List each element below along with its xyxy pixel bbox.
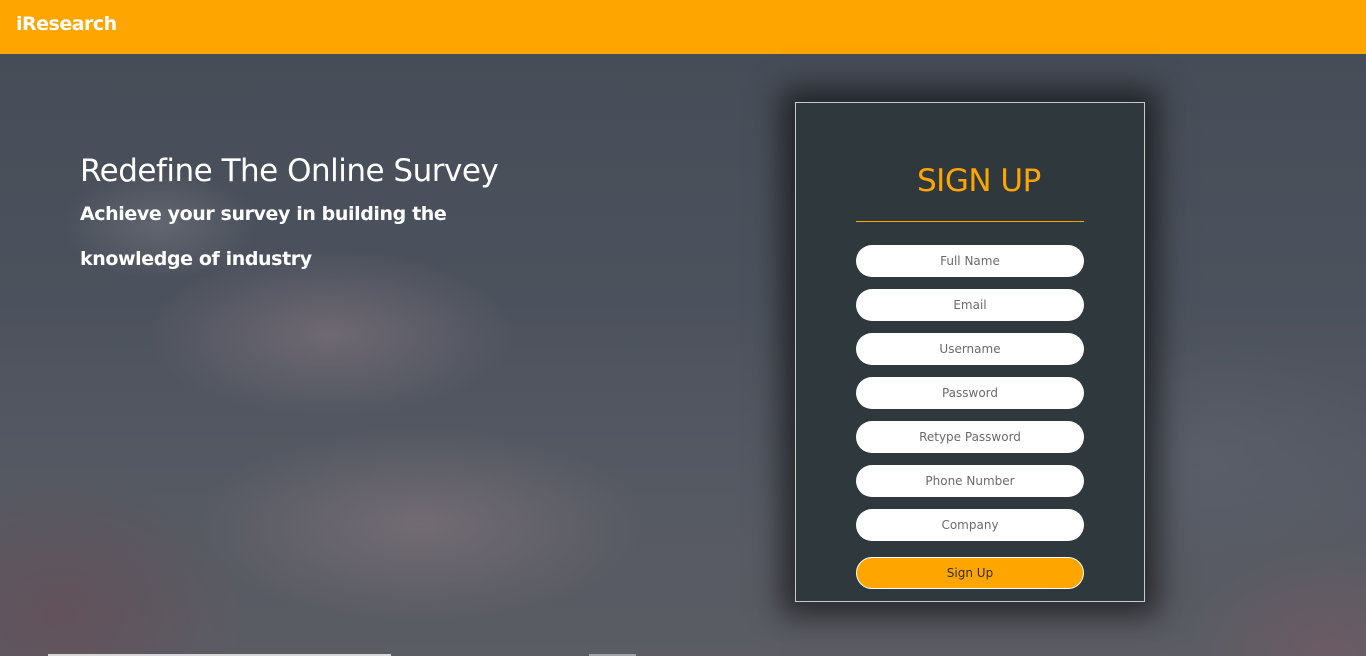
- brand-logo[interactable]: iResearch: [16, 13, 117, 35]
- signup-divider: [856, 221, 1084, 222]
- signup-title: SIGN UP: [917, 163, 1041, 199]
- hero-subtitle-line-2: knowledge of industry: [80, 248, 312, 270]
- password-input[interactable]: [856, 377, 1084, 409]
- phone-number-input[interactable]: [856, 465, 1084, 497]
- signup-button[interactable]: Sign Up: [856, 557, 1084, 589]
- full-name-input[interactable]: [856, 245, 1084, 277]
- top-navbar: iResearch: [0, 0, 1366, 54]
- retype-password-input[interactable]: [856, 421, 1084, 453]
- username-input[interactable]: [856, 333, 1084, 365]
- hero-subtitle-line-1: Achieve your survey in building the: [80, 203, 447, 225]
- hero-title: Redefine The Online Survey: [80, 153, 499, 189]
- hero-background: [0, 54, 1366, 656]
- company-input[interactable]: [856, 509, 1084, 541]
- email-input[interactable]: [856, 289, 1084, 321]
